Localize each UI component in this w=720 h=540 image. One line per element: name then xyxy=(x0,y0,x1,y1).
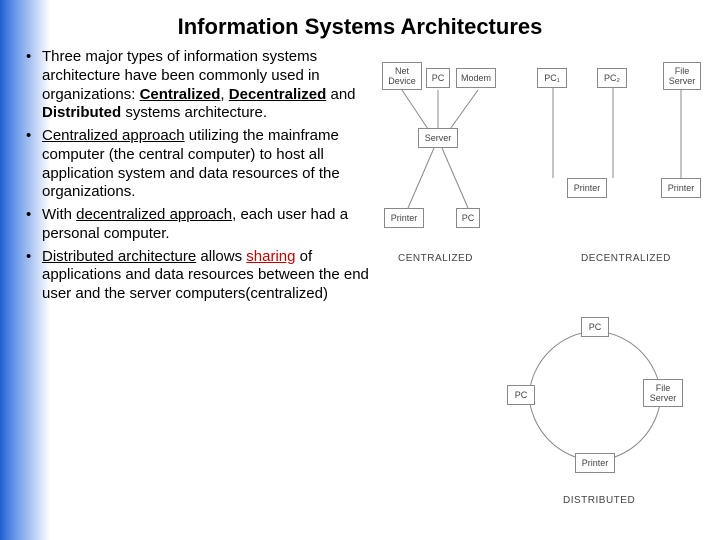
bullet-1: Three major types of information systems… xyxy=(20,48,374,123)
label-distributed: DISTRIBUTED xyxy=(563,495,635,506)
node-pc-left: PC xyxy=(507,385,535,405)
diagram-distributed: PC PC File Server Printer DISTRIBUTED xyxy=(493,303,698,518)
text-column: Three major types of information systems… xyxy=(20,48,374,518)
node-net-device: Net Device xyxy=(382,62,422,90)
node-printer-d2: Printer xyxy=(661,178,701,198)
node-modem: Modem xyxy=(456,68,496,88)
node-printer: Printer xyxy=(384,208,424,228)
node-pc1: PC₁ xyxy=(537,68,567,88)
diagrams-area: Net Device PC Modem Server Printer PC CE… xyxy=(378,48,718,518)
page-title: Information Systems Architectures xyxy=(0,0,720,48)
node-pc-top: PC xyxy=(581,317,609,337)
content-area: Three major types of information systems… xyxy=(0,48,720,518)
node-printer-dist: Printer xyxy=(575,453,615,473)
diagram-centralized: Net Device PC Modem Server Printer PC CE… xyxy=(378,48,518,288)
node-pc2b: PC₂ xyxy=(597,68,627,88)
diagram-decentralized: PC₁ PC₂ File Server Printer Printer DECE… xyxy=(523,48,718,288)
node-pc: PC xyxy=(426,68,450,88)
node-file-server: File Server xyxy=(663,62,701,90)
node-server: Server xyxy=(418,128,458,148)
label-decentralized: DECENTRALIZED xyxy=(581,253,671,264)
node-printer-d1: Printer xyxy=(567,178,607,198)
bullet-2: Centralized approach utilizing the mainf… xyxy=(20,127,374,202)
bullet-3: With decentralized approach, each user h… xyxy=(20,206,374,244)
node-pc2: PC xyxy=(456,208,480,228)
label-centralized: CENTRALIZED xyxy=(398,253,473,264)
node-file-server-dist: File Server xyxy=(643,379,683,407)
bullet-4: Distributed architecture allows sharing … xyxy=(20,248,374,304)
